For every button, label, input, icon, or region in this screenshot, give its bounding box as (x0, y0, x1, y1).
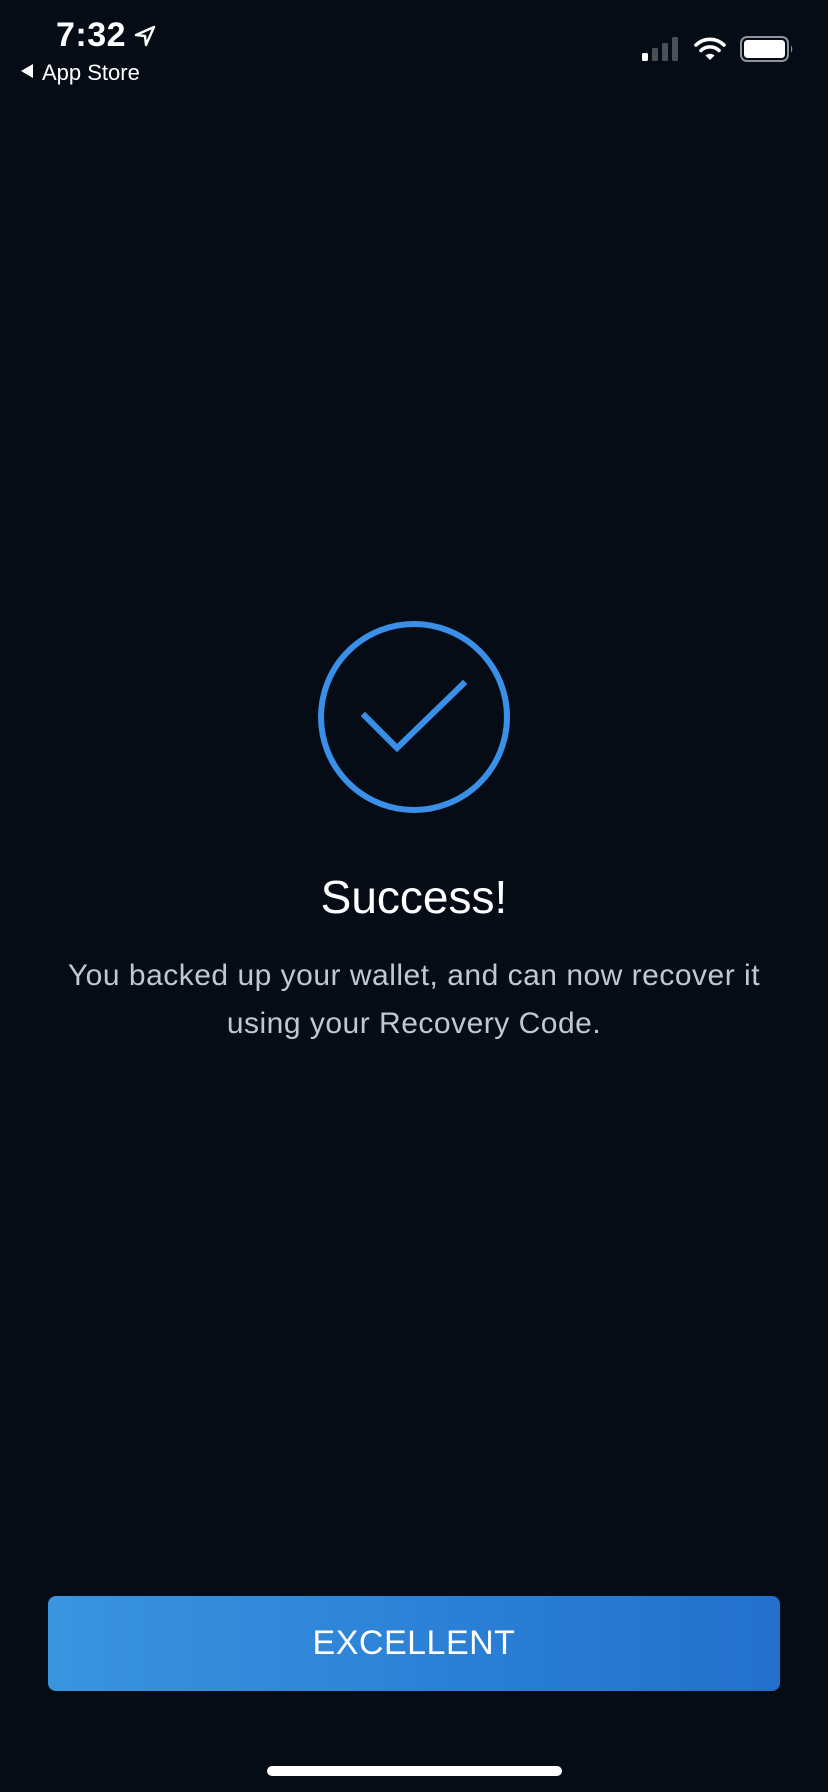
success-title: Success! (320, 871, 508, 923)
cellular-signal-icon (642, 37, 680, 61)
back-link-label: App Store (42, 60, 140, 85)
excellent-button[interactable]: EXCELLENT (48, 1596, 780, 1691)
back-to-app-store-link[interactable]: App Store (20, 60, 140, 86)
location-arrow-icon (134, 25, 156, 47)
success-message: You backed up your wallet, and can now r… (67, 959, 761, 1040)
status-time: 7:32 (56, 16, 127, 54)
home-indicator (267, 1766, 562, 1776)
wifi-icon (694, 37, 726, 61)
status-time-row: 7:32 (56, 16, 156, 55)
battery-icon (740, 36, 794, 62)
check-circle-icon (317, 620, 511, 814)
status-indicators (642, 36, 794, 62)
back-arrow-icon (20, 63, 34, 84)
